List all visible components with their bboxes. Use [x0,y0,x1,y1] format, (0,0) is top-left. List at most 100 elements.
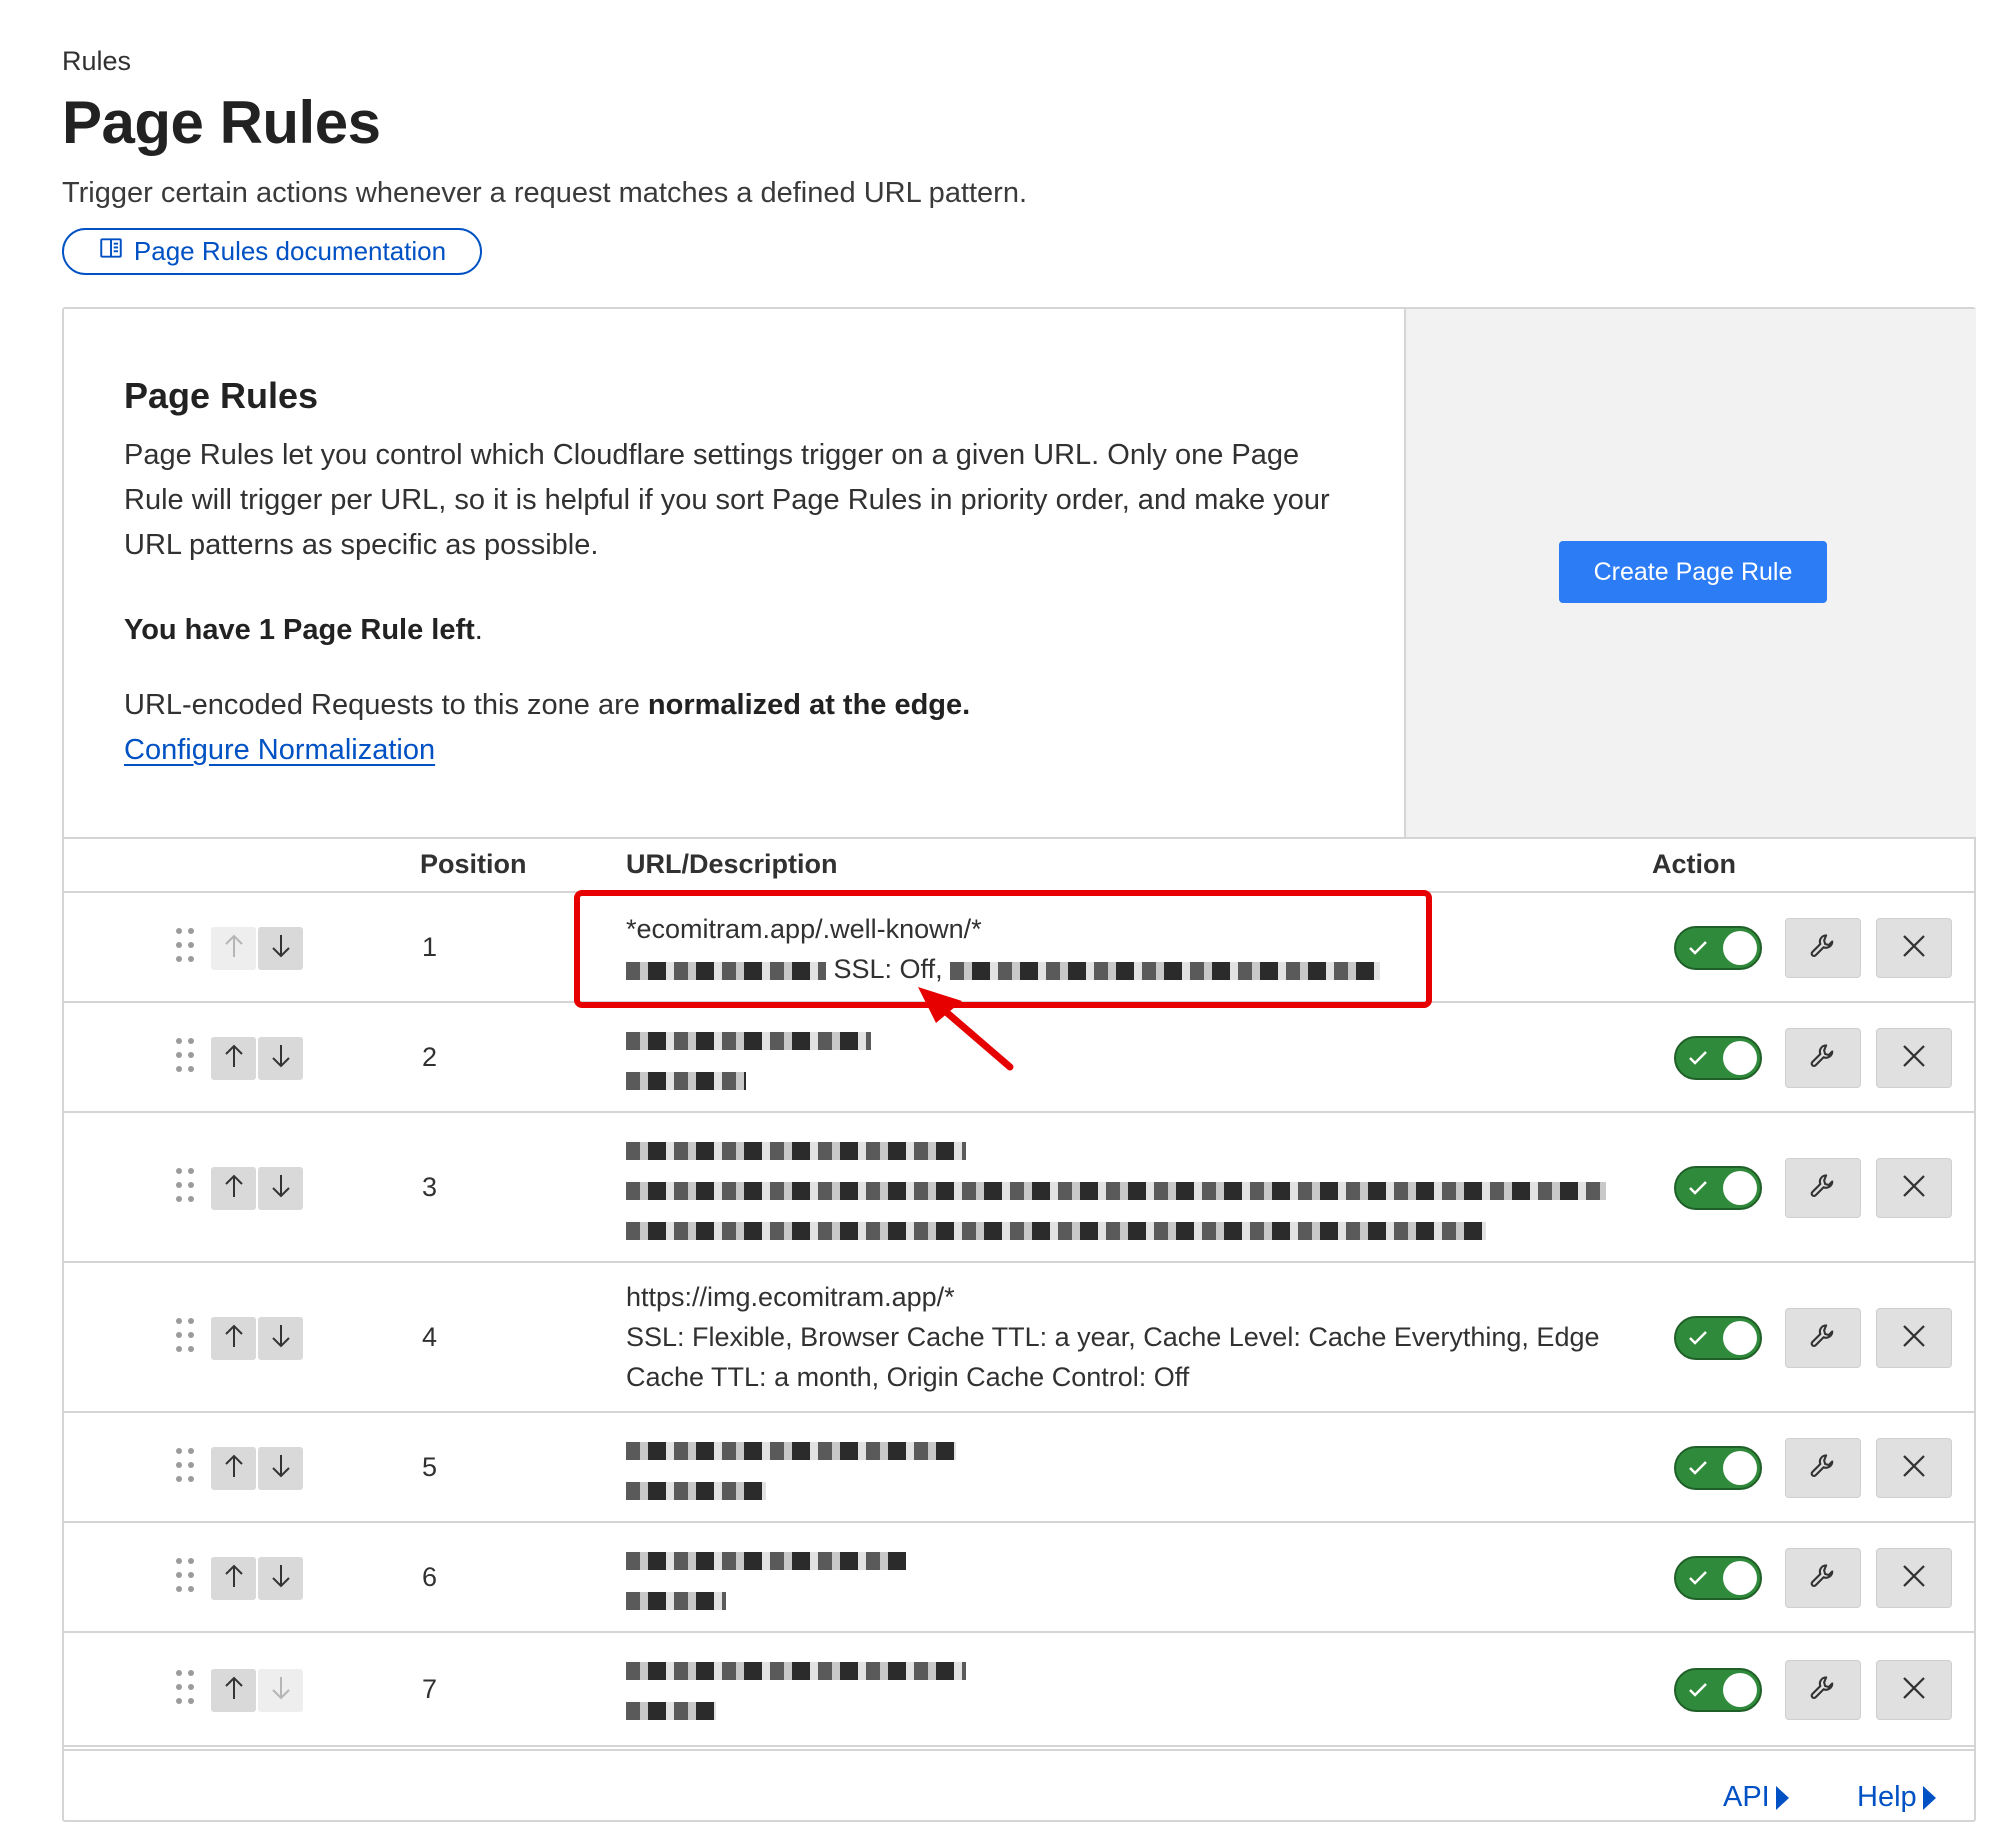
drag-handle-icon[interactable] [176,1558,196,1598]
reorder-controls [211,1037,303,1080]
delete-rule-button[interactable] [1876,1308,1952,1368]
delete-rule-button[interactable] [1876,1158,1952,1218]
rule-position: 2 [422,1042,438,1072]
rule-url-cell [626,1539,1646,1619]
normalization-prefix: URL-encoded Requests to this zone are [124,689,648,721]
delete-rule-button[interactable] [1876,1660,1952,1720]
redacted-text [626,1141,966,1160]
page: Rules Page Rules Trigger certain actions… [0,0,2000,1822]
drag-handle-icon[interactable] [176,1318,196,1358]
edit-rule-button[interactable] [1785,918,1861,978]
rule-enabled-toggle[interactable] [1674,1556,1762,1600]
reorder-controls [211,1447,303,1490]
rule-enabled-toggle[interactable] [1674,926,1762,970]
move-down-button[interactable] [258,1447,303,1490]
reorder-controls [211,1167,303,1210]
move-down-button[interactable] [258,927,303,970]
help-link-label: Help [1857,1781,1917,1813]
edit-rule-button[interactable] [1785,1308,1861,1368]
move-down-button[interactable] [258,1669,303,1712]
rules-left-count: You have 1 Page Rule left [124,614,475,646]
rule-url: https://img.ecomitram.app/* [626,1282,955,1312]
delete-rule-button[interactable] [1876,1548,1952,1608]
redacted-text [626,1221,1486,1240]
edit-rule-button[interactable] [1785,1438,1861,1498]
move-up-button[interactable] [211,927,256,970]
arrow-down-icon [269,1172,293,1205]
create-panel: Create Page Rule [1404,309,1976,837]
documentation-link[interactable]: Page Rules documentation [62,228,482,275]
book-icon [98,235,124,268]
move-up-button[interactable] [211,1167,256,1210]
arrow-down-icon [269,1674,293,1707]
drag-handle-icon[interactable] [176,1670,196,1710]
move-up-button[interactable] [211,1557,256,1600]
help-link[interactable]: Help [1857,1781,1936,1814]
arrow-down-icon [269,1042,293,1075]
move-down-button[interactable] [258,1317,303,1360]
column-url: URL/Description [626,849,838,879]
table-row: 3 [64,1113,1976,1263]
drag-handle-icon[interactable] [176,928,196,968]
arrow-up-icon [222,1452,246,1485]
drag-handle-icon[interactable] [176,1448,196,1488]
wrench-icon [1808,1673,1838,1708]
rule-position: 4 [422,1322,438,1352]
move-down-button[interactable] [258,1037,303,1080]
configure-normalization-link[interactable]: Configure Normalization [124,734,435,767]
wrench-icon [1808,1171,1838,1206]
move-up-button[interactable] [211,1317,256,1360]
drag-handle-icon[interactable] [176,1038,196,1078]
caret-right-icon [1922,1785,1936,1810]
edit-rule-button[interactable] [1785,1028,1861,1088]
move-up-button[interactable] [211,1669,256,1712]
rule-url-cell [626,1019,1646,1099]
close-icon [1899,931,1929,966]
rule-enabled-toggle[interactable] [1674,1166,1762,1210]
move-up-button[interactable] [211,1037,256,1080]
close-icon [1899,1451,1929,1486]
arrow-down-icon [269,1562,293,1595]
rule-enabled-toggle[interactable] [1674,1446,1762,1490]
delete-rule-button[interactable] [1876,1438,1952,1498]
page-title: Page Rules [62,89,381,156]
create-page-rule-button[interactable]: Create Page Rule [1559,541,1827,603]
table-row: 7 [64,1633,1976,1747]
move-down-button[interactable] [258,1167,303,1210]
redacted-text [626,1701,716,1720]
wrench-icon [1808,1451,1838,1486]
arrow-up-icon [222,1674,246,1707]
close-icon [1899,1321,1929,1356]
toggle-knob [1723,1171,1757,1205]
edit-rule-button[interactable] [1785,1660,1861,1720]
rule-enabled-toggle[interactable] [1674,1036,1762,1080]
delete-rule-button[interactable] [1876,918,1952,978]
toggle-knob [1723,1321,1757,1355]
normalization-status: normalized at the edge. [647,689,971,721]
drag-handle-icon[interactable] [176,1168,196,1208]
delete-rule-button[interactable] [1876,1028,1952,1088]
wrench-icon [1808,1321,1838,1356]
move-down-button[interactable] [258,1557,303,1600]
edit-rule-button[interactable] [1785,1548,1861,1608]
api-link[interactable]: API [1723,1781,1789,1814]
toggle-knob [1723,931,1757,965]
api-link-label: API [1723,1781,1770,1813]
edit-rule-button[interactable] [1785,1158,1861,1218]
rule-enabled-toggle[interactable] [1674,1316,1762,1360]
redacted-text [626,1481,766,1500]
breadcrumb[interactable]: Rules [62,46,131,77]
rule-description: SSL: Flexible, Browser Cache TTL: a year… [626,1322,1600,1392]
reorder-controls [211,1669,303,1712]
rule-position: 7 [422,1674,438,1704]
rule-enabled-toggle[interactable] [1674,1668,1762,1712]
normalization-text: URL-encoded Requests to this zone are no… [124,689,970,722]
rule-position: 6 [422,1562,438,1592]
reorder-controls [211,927,303,970]
arrow-down-icon [269,932,293,965]
redacted-text [626,1441,956,1460]
arrow-up-icon [222,932,246,965]
rule-url-cell: https://img.ecomitram.app/* SSL: Flexible… [626,1277,1646,1397]
arrow-down-icon [269,1322,293,1355]
move-up-button[interactable] [211,1447,256,1490]
